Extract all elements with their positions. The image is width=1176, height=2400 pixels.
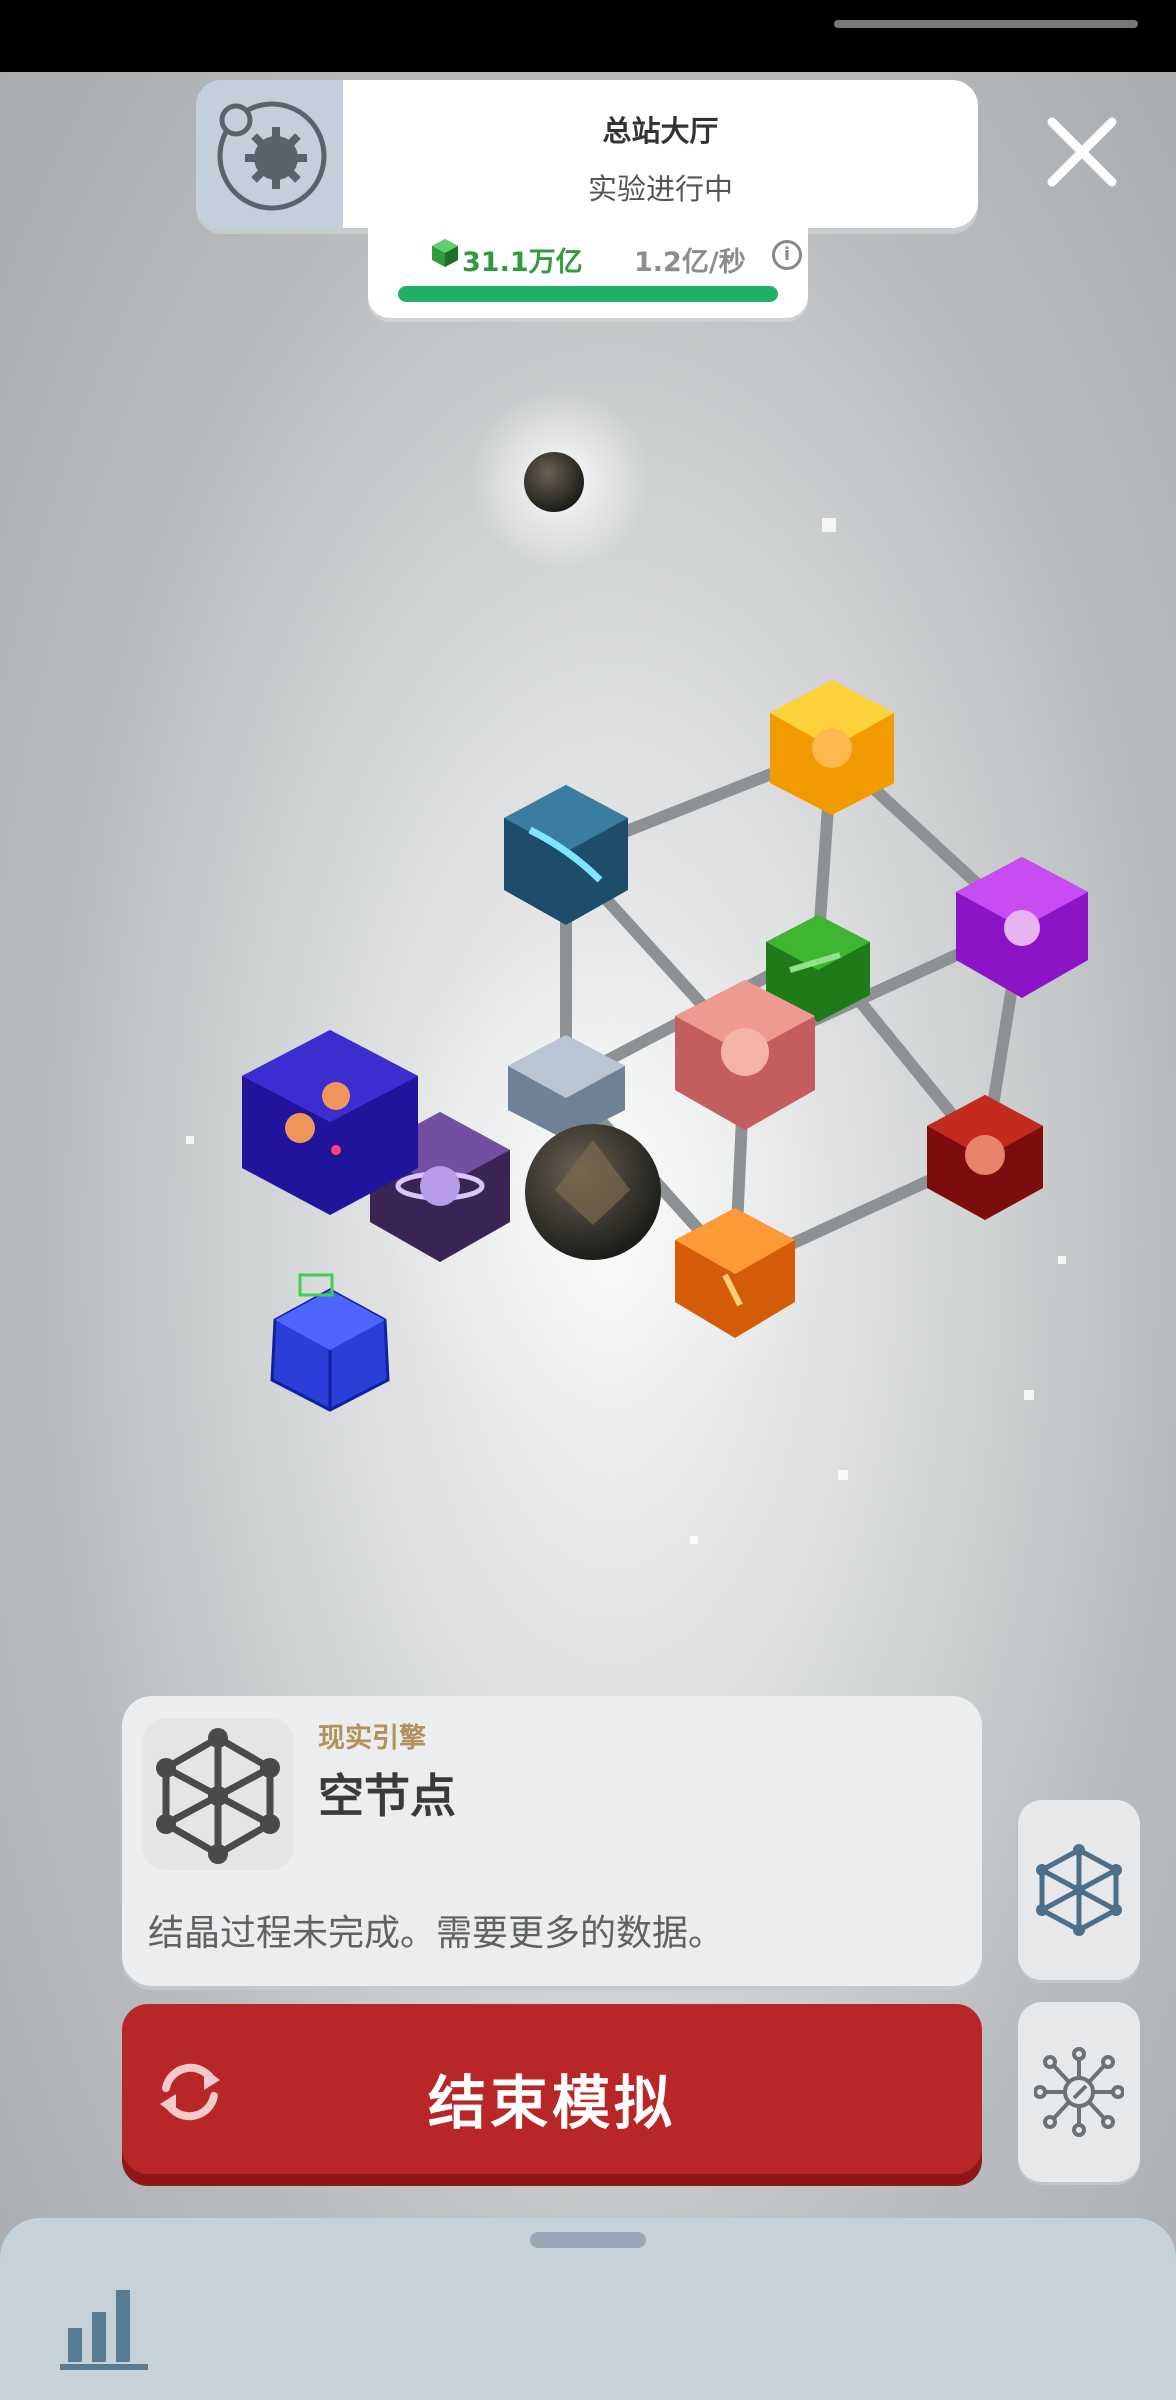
bar-chart-icon[interactable] bbox=[58, 2282, 152, 2372]
info-icon[interactable]: i bbox=[772, 240, 802, 270]
resource-counter: 31.1万亿 1.2亿/秒 i bbox=[368, 226, 808, 318]
node-name: 空节点 bbox=[318, 1769, 456, 1823]
resource-amount: 31.1万亿 bbox=[462, 247, 583, 278]
status-bar bbox=[0, 0, 1176, 72]
page-title: 总站大厅 bbox=[602, 114, 719, 148]
hub-icon-box bbox=[196, 80, 343, 228]
crystal-node-icon bbox=[156, 1728, 280, 1864]
resource-rate: 1.2亿/秒 bbox=[634, 247, 746, 278]
status-pill bbox=[834, 20, 1138, 28]
crystal-node-icon-box bbox=[142, 1718, 294, 1870]
end-simulation-button[interactable]: 结束模拟 bbox=[122, 2004, 982, 2174]
network-icon bbox=[1036, 1844, 1122, 1936]
network-button[interactable] bbox=[1018, 1800, 1140, 1980]
node-category: 现实引擎 bbox=[318, 1723, 426, 1754]
node-description: 结晶过程未完成。需要更多的数据。 bbox=[148, 1913, 725, 1954]
drawer-handle[interactable] bbox=[530, 2232, 646, 2248]
page-subtitle: 实验进行中 bbox=[587, 172, 733, 206]
crystal-scene[interactable] bbox=[0, 330, 1176, 1650]
close-icon[interactable] bbox=[1042, 112, 1122, 192]
node-info-card: 现实引擎 空节点 结晶过程未完成。需要更多的数据。 bbox=[122, 1696, 982, 1986]
bottom-drawer[interactable] bbox=[0, 2218, 1176, 2400]
node-tree-button[interactable] bbox=[1018, 2002, 1140, 2182]
floating-planet[interactable] bbox=[524, 452, 584, 512]
end-simulation-label: 结束模拟 bbox=[427, 2069, 676, 2137]
gem-icon bbox=[432, 239, 458, 267]
gear-planet-icon bbox=[217, 101, 327, 211]
node-tree-icon bbox=[1034, 2047, 1124, 2137]
resource-progress-bar bbox=[398, 286, 778, 302]
resource-progress-fill bbox=[398, 286, 778, 302]
header-card[interactable]: 总站大厅 实验进行中 bbox=[196, 80, 978, 228]
